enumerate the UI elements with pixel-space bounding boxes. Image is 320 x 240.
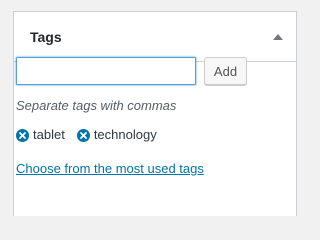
collapse-toggle-button[interactable] — [268, 27, 288, 47]
tag-label: tablet — [33, 127, 65, 142]
panel-title: Tags — [30, 29, 62, 45]
panel-header: Tags — [14, 12, 296, 62]
most-used-tags-link[interactable]: Choose from the most used tags — [16, 161, 204, 177]
tag-label: technology — [93, 127, 157, 142]
tag-input[interactable] — [16, 57, 196, 85]
tag-item: technology — [76, 127, 157, 143]
tag-list: tablet technology — [16, 126, 169, 144]
tag-item: tablet — [16, 127, 65, 143]
remove-circle-x-icon[interactable] — [76, 128, 90, 142]
tag-hint: Separate tags with commas — [16, 98, 177, 113]
remove-circle-x-icon[interactable] — [16, 128, 29, 142]
add-tag-button[interactable]: Add — [204, 57, 247, 85]
triangle-up-icon — [273, 34, 283, 40]
